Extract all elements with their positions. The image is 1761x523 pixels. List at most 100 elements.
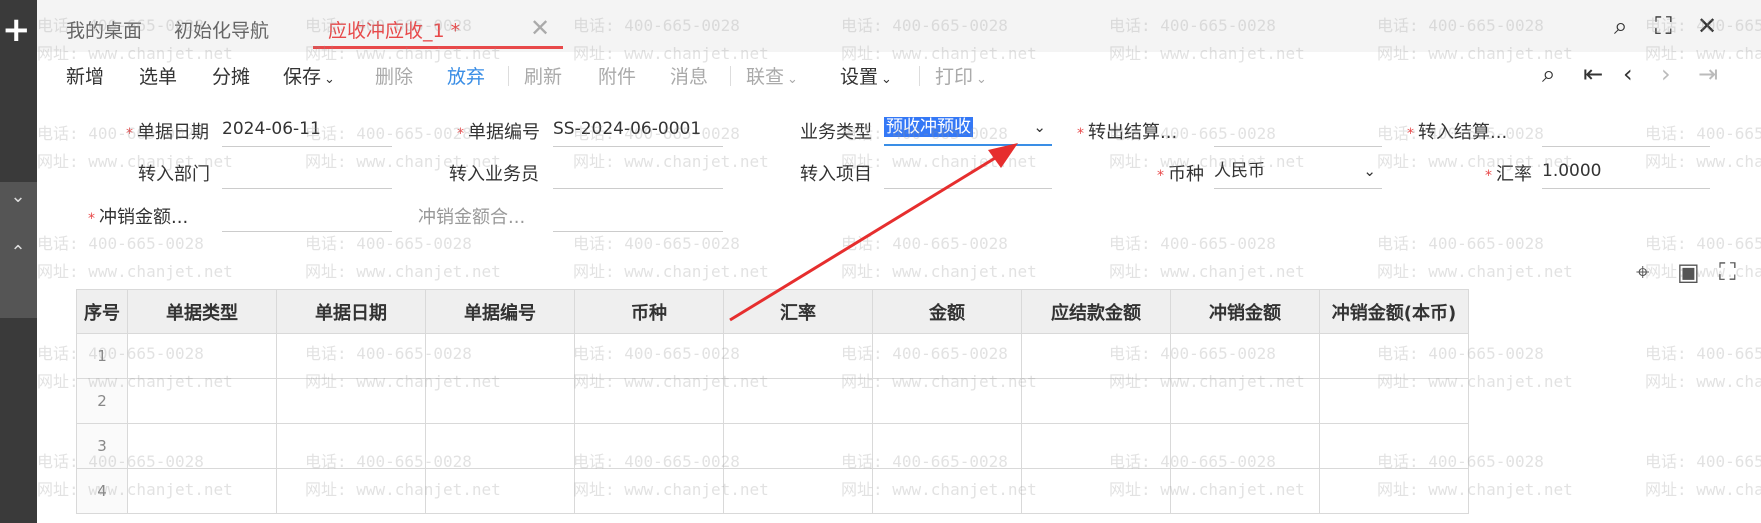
settings-button[interactable]: 设置 ⌄ — [840, 62, 892, 89]
table-cell[interactable] — [127, 468, 277, 514]
tab-receivable-offset[interactable]: 应收冲应收_1 * — [328, 16, 460, 43]
table-cell[interactable] — [425, 423, 575, 469]
col-header[interactable]: 冲销金额 — [1170, 289, 1320, 334]
table-cell[interactable] — [127, 423, 277, 469]
currency-label-text: 币种 — [1168, 164, 1204, 185]
table-row: 4 — [76, 468, 1469, 514]
print-button[interactable]: 打印 ⌄ — [935, 62, 987, 89]
chevron-up-icon[interactable]: ⌃ — [6, 242, 30, 263]
table-cell[interactable] — [127, 378, 277, 424]
next-record-icon[interactable]: › — [1661, 60, 1671, 88]
table-cell[interactable] — [1170, 333, 1320, 379]
tab-init-nav[interactable]: 初始化导航 — [174, 16, 269, 43]
doc-no-label-text: 单据编号 — [468, 122, 540, 143]
watermark-phone: 电话: 400-665-0028 — [1645, 452, 1761, 471]
col-header[interactable]: 单据类型 — [127, 289, 277, 334]
select-doc-button[interactable]: 选单 — [139, 62, 177, 89]
chevron-down-icon[interactable]: ⌄ — [6, 186, 30, 207]
table-cell[interactable] — [1319, 423, 1469, 469]
table-cell[interactable] — [276, 333, 426, 379]
close-window-icon[interactable]: ✕ — [1697, 12, 1717, 40]
col-header[interactable]: 单据日期 — [276, 289, 426, 334]
refresh-button[interactable]: 刷新 — [524, 62, 562, 89]
separator — [730, 66, 731, 86]
table-cell[interactable] — [1021, 423, 1171, 469]
table-cell[interactable] — [425, 333, 575, 379]
table-cell[interactable] — [574, 333, 724, 379]
fullscreen-icon[interactable]: ⛶ — [1719, 258, 1736, 286]
table-cell[interactable] — [1170, 423, 1320, 469]
table-cell[interactable] — [872, 378, 1022, 424]
tab-my-desktop[interactable]: 我的桌面 — [66, 16, 142, 43]
doc-date-field[interactable]: 2024-06-11 — [222, 116, 392, 147]
col-header[interactable]: 应结款金额 — [1021, 289, 1171, 334]
table-cell[interactable] — [1021, 468, 1171, 514]
allocate-button[interactable]: 分摊 — [212, 62, 250, 89]
table-cell[interactable] — [276, 468, 426, 514]
col-header[interactable]: 序号 — [76, 289, 128, 334]
table-cell[interactable] — [574, 378, 724, 424]
in-project-field[interactable] — [884, 158, 1052, 189]
table-cell[interactable] — [723, 378, 873, 424]
table-cell[interactable] — [723, 333, 873, 379]
out-settle-label-text: 转出结算... — [1088, 122, 1178, 143]
writeoff-amount-label: * 冲销金额... — [88, 207, 189, 228]
col-header[interactable]: 币种 — [574, 289, 724, 334]
new-button[interactable]: 新增 — [66, 62, 104, 89]
search-icon[interactable]: ⌕ — [1614, 12, 1627, 40]
table-cell[interactable] — [872, 333, 1022, 379]
chevron-down-icon: ⌄ — [1033, 118, 1046, 136]
prev-record-icon[interactable]: ‹ — [1623, 60, 1633, 88]
table-cell[interactable] — [1319, 378, 1469, 424]
currency-value: 人民币 — [1214, 161, 1265, 181]
location-icon[interactable]: ⌖ — [1636, 258, 1650, 286]
maximize-icon[interactable]: ⛶ — [1655, 12, 1672, 40]
find-doc-icon[interactable]: ⌕ — [1542, 60, 1555, 88]
table-cell[interactable] — [872, 423, 1022, 469]
save-button[interactable]: 保存 ⌄ — [283, 62, 335, 89]
table-cell[interactable] — [723, 468, 873, 514]
doc-no-field[interactable]: SS-2024-06-0001 — [553, 116, 723, 147]
close-tab-icon[interactable]: ✕ — [530, 14, 550, 42]
currency-select[interactable]: 人民币 ⌄ — [1214, 158, 1382, 189]
table-cell[interactable] — [127, 333, 277, 379]
watermark-site: 网址: www.chanjet.net — [1645, 262, 1761, 281]
discard-button[interactable]: 放弃 — [447, 62, 485, 89]
attachment-button[interactable]: 附件 — [598, 62, 636, 89]
table-cell[interactable] — [872, 468, 1022, 514]
out-settle-field[interactable] — [1214, 116, 1382, 147]
table-cell[interactable] — [425, 378, 575, 424]
table-cell[interactable] — [574, 468, 724, 514]
writeoff-amount-field[interactable] — [222, 201, 392, 232]
message-button[interactable]: 消息 — [670, 62, 708, 89]
table-cell[interactable] — [276, 378, 426, 424]
export-excel-icon[interactable]: ▣ — [1677, 258, 1700, 286]
add-icon[interactable]: + — [2, 10, 31, 50]
col-header[interactable]: 冲销金额(本币) — [1319, 289, 1469, 334]
col-header[interactable]: 金额 — [872, 289, 1022, 334]
rate-field[interactable]: 1.0000 — [1542, 158, 1710, 189]
table-cell[interactable] — [1319, 333, 1469, 379]
table-cell[interactable] — [1319, 468, 1469, 514]
table-row: 2 — [76, 378, 1469, 424]
table-cell[interactable] — [1170, 468, 1320, 514]
table-cell[interactable] — [1021, 333, 1171, 379]
table-cell[interactable] — [574, 423, 724, 469]
last-record-icon[interactable]: ⇥ — [1698, 60, 1718, 88]
link-query-button[interactable]: 联查 ⌄ — [746, 62, 798, 89]
in-dept-field[interactable] — [222, 158, 392, 189]
table-cell[interactable] — [1170, 378, 1320, 424]
col-header[interactable]: 单据编号 — [425, 289, 575, 334]
table-cell[interactable] — [425, 468, 575, 514]
currency-label: * 币种 — [1157, 164, 1204, 185]
col-header[interactable]: 汇率 — [723, 289, 873, 334]
biz-type-select[interactable]: 预收冲预收 ⌄ — [884, 114, 1052, 146]
in-settle-field[interactable] — [1542, 116, 1710, 147]
watermark-phone: 电话: 400-665-0028 — [1377, 234, 1544, 253]
table-cell[interactable] — [276, 423, 426, 469]
delete-button[interactable]: 删除 — [375, 62, 413, 89]
table-cell[interactable] — [1021, 378, 1171, 424]
in-salesman-field[interactable] — [553, 158, 723, 189]
table-cell[interactable] — [723, 423, 873, 469]
first-record-icon[interactable]: ⇤ — [1583, 60, 1603, 88]
